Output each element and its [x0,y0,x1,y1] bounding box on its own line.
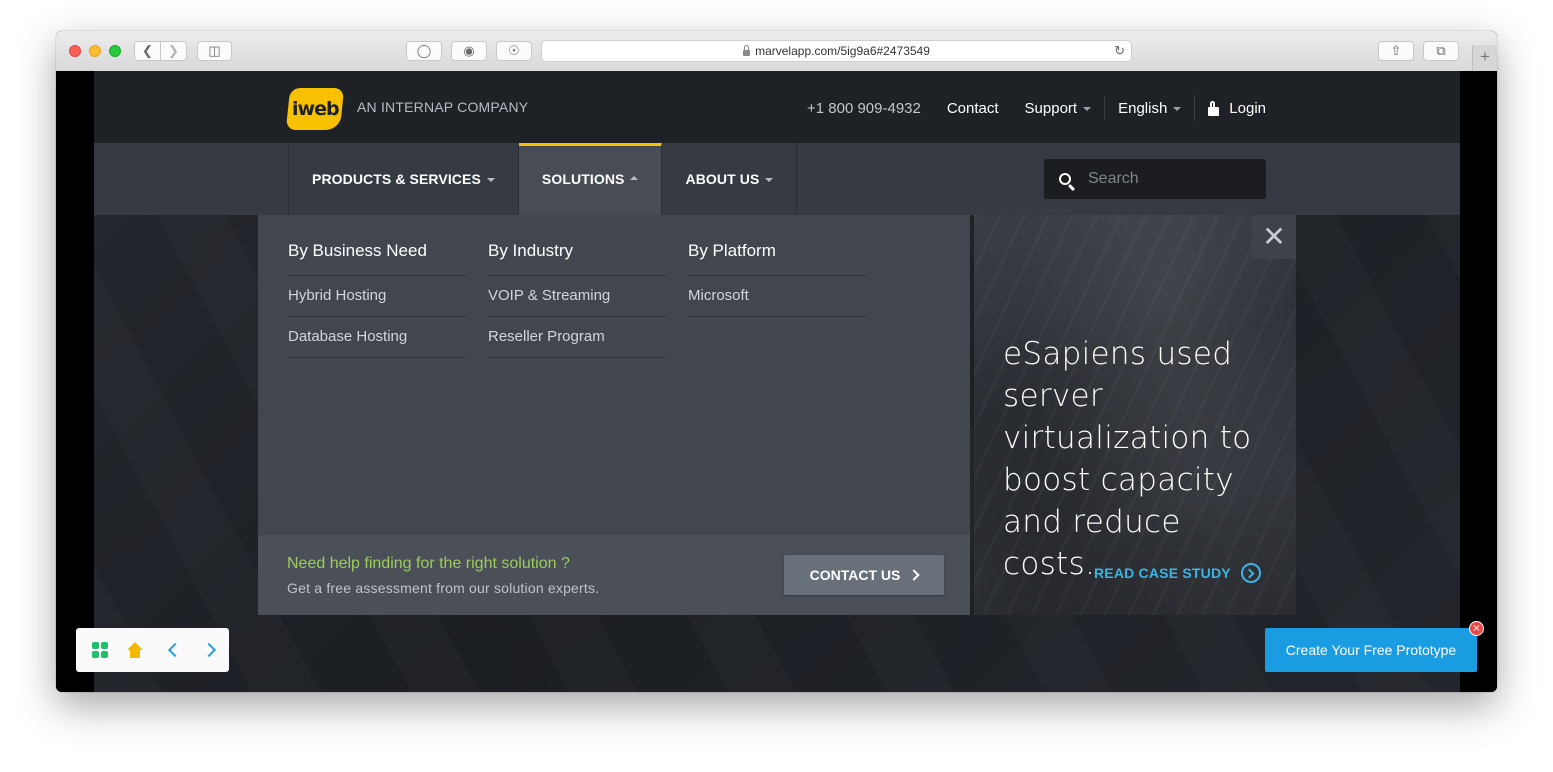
arrow-right-icon[interactable] [201,642,217,658]
link-reseller-program[interactable]: Reseller Program [488,317,666,358]
tab-about-us[interactable]: ABOUT US [662,143,798,215]
link-hybrid-hosting[interactable]: Hybrid Hosting [288,276,466,317]
browser-toolbar: ❮ ❯ ◫ ◯ ◉ ☉ marvelapp.com/5ig9a6#2473549… [56,31,1497,72]
promo-headline: eSapiens used server virtualization to b… [1003,336,1252,582]
share-icon[interactable]: ⇧ [1378,41,1414,61]
tab-products-services[interactable]: PRODUCTS & SERVICES [289,143,519,215]
sidebar-icon[interactable]: ◫ [197,41,232,61]
lock-icon [1208,100,1220,116]
reload-icon[interactable]: ↻ [1114,43,1125,59]
column-heading: By Industry [488,241,666,276]
address-bar[interactable]: marvelapp.com/5ig9a6#2473549 ↻ [541,40,1132,62]
forward-icon[interactable]: ❯ [160,41,187,61]
help-subtitle: Get a free assessment from our solution … [287,580,600,596]
caret-up-icon [630,176,639,180]
search-input[interactable] [1086,169,1250,189]
circle-chevron-right-icon [1240,563,1261,583]
caret-down-icon [486,178,495,182]
tab-label: ABOUT US [685,171,760,187]
caret-down-icon [765,178,774,182]
column-industry: By Industry VOIP & Streaming Reseller Pr… [488,241,666,358]
contact-us-button[interactable]: CONTACT US [784,555,944,595]
iweb-logo[interactable]: iweb [285,88,345,130]
new-tab-icon[interactable]: + [1472,45,1497,71]
utility-nav: +1 800 909-4932 Contact Support English … [807,95,1266,121]
close-window-button[interactable] [69,45,81,57]
pinterest-icon[interactable]: ◯ [406,41,442,61]
support-label: Support [1024,99,1078,117]
top-bar: iweb AN INTERNAP COMPANY +1 800 909-4932… [94,71,1460,143]
caret-down-icon [1083,107,1092,111]
minimize-window-button[interactable] [89,45,101,57]
link-voip-streaming[interactable]: VOIP & Streaming [488,276,666,317]
help-title: Need help finding for the right solution… [287,555,570,572]
close-icon[interactable]: × [1469,621,1484,636]
url-text: marvelapp.com/5ig9a6#2473549 [755,44,930,58]
back-icon[interactable]: ❮ [134,41,161,61]
search-icon [1059,173,1071,185]
link-microsoft[interactable]: Microsoft [688,276,866,317]
arrow-left-icon[interactable] [167,642,183,658]
read-case-study-link[interactable]: READ CASE STUDY [1094,563,1261,583]
close-icon[interactable]: ✕ [1252,215,1296,259]
logo-text: iweb [291,98,339,120]
link-database-hosting[interactable]: Database Hosting [288,317,466,358]
company-tagline: AN INTERNAP COMPANY [357,99,529,115]
mega-menu-footer: Need help finding for the right solution… [258,535,970,615]
support-menu[interactable]: Support [1012,97,1105,119]
maximize-window-button[interactable] [109,45,121,57]
tab-label: PRODUCTS & SERVICES [312,171,481,187]
lock-icon [743,45,751,56]
phone-number[interactable]: +1 800 909-4932 [807,97,934,119]
tab-solutions[interactable]: SOLUTIONS [518,143,663,215]
search-box [1044,159,1266,199]
marvel-navigation [76,628,229,672]
prototype-page: iweb AN INTERNAP COMPANY +1 800 909-4932… [94,71,1460,692]
column-business-need: By Business Need Hybrid Hosting Database… [288,241,466,358]
case-study-promo: ✕ eSapiens used server virtualization to… [974,215,1296,615]
login-link[interactable]: Login [1195,97,1266,119]
viewport: iweb AN INTERNAP COMPANY +1 800 909-4932… [56,71,1497,692]
language-menu[interactable]: English [1105,97,1194,119]
extension-icon[interactable]: ◉ [451,41,487,61]
nav-tabs: PRODUCTS & SERVICES SOLUTIONS ABOUT US [288,143,798,215]
login-label: Login [1229,99,1266,117]
main-nav: PRODUCTS & SERVICES SOLUTIONS ABOUT US [94,143,1460,215]
mega-menu-columns: By Business Need Hybrid Hosting Database… [258,215,970,535]
language-label: English [1118,99,1168,117]
solutions-mega-menu: By Business Need Hybrid Hosting Database… [258,215,1296,615]
column-platform: By Platform Microsoft [688,241,866,317]
contact-link[interactable]: Contact [934,97,1012,119]
password-icon[interactable]: ☉ [496,41,532,61]
contact-us-label: CONTACT US [809,567,901,583]
column-heading: By Platform [688,241,866,276]
grid-icon[interactable] [92,642,108,658]
caret-down-icon [1173,107,1182,111]
create-prototype-button[interactable]: Create Your Free Prototype [1265,628,1477,672]
read-case-study-label: READ CASE STUDY [1094,565,1231,581]
home-icon[interactable] [126,642,144,658]
column-heading: By Business Need [288,241,466,276]
chevron-right-icon [908,569,921,581]
browser-window: ❮ ❯ ◫ ◯ ◉ ☉ marvelapp.com/5ig9a6#2473549… [56,31,1497,692]
tab-label: SOLUTIONS [541,171,625,187]
tabs-overview-icon[interactable]: ⧉ [1423,41,1459,61]
